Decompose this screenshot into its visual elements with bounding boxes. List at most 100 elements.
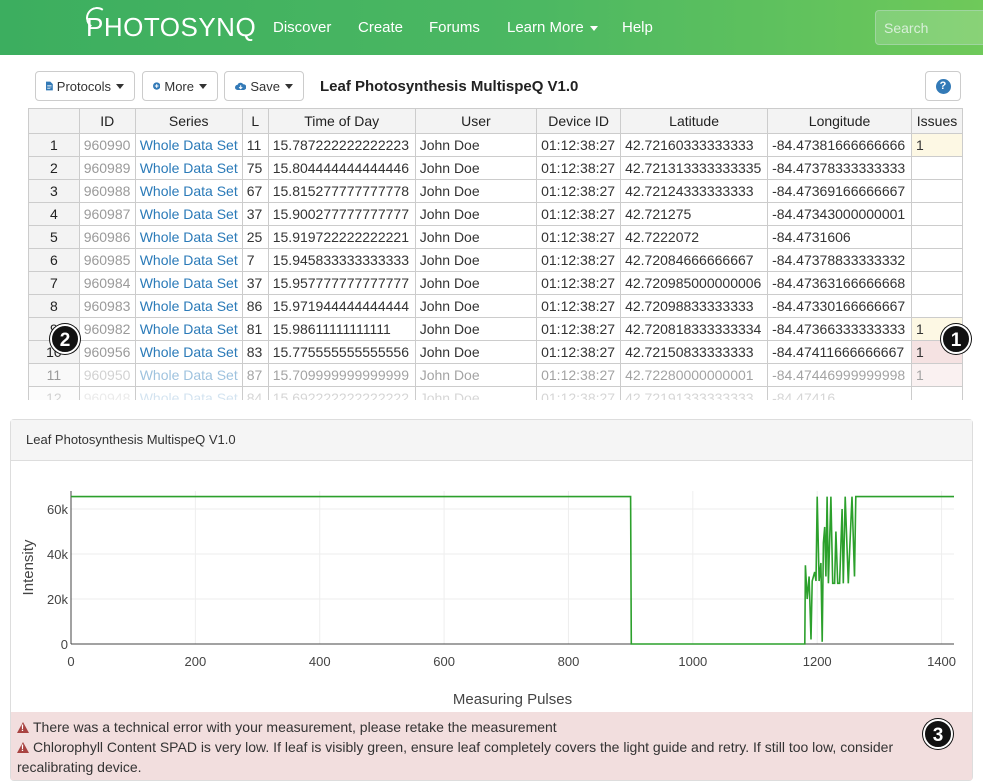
device-id-cell: 01:12:38:27 <box>536 225 622 249</box>
nav-learn-more[interactable]: Learn More <box>507 18 598 38</box>
longitude-cell: -84.47366333333333 <box>767 317 913 341</box>
chart-panel: Leaf Photosynthesis MultispeQ V1.0 0 200 4… <box>10 419 973 781</box>
device-id-cell: 01:12:38:27 <box>536 363 622 387</box>
table-row[interactable]: 7 960984 Whole Data Set 37 15.95777777777777… <box>28 271 963 295</box>
longitude-cell: -84.47381666666666 <box>767 133 913 157</box>
help-button[interactable]: ? <box>925 71 961 101</box>
y-tick-label: 40k <box>47 547 68 562</box>
alert-line-2: Chlorophyll Content SPAD is very low. If… <box>17 737 966 777</box>
row-number: 12 <box>28 386 80 400</box>
device-id-cell: 01:12:38:27 <box>536 179 622 203</box>
series-line <box>71 495 954 645</box>
marker-1: 1 <box>941 324 971 354</box>
column-header[interactable]: Issues <box>911 108 963 134</box>
l-cell: 75 <box>241 156 269 180</box>
column-header[interactable]: Series <box>134 108 243 134</box>
nav-help[interactable]: Help <box>622 18 653 38</box>
longitude-cell: -84.47330166666667 <box>767 294 913 318</box>
series-link[interactable]: Whole Data Set <box>134 317 243 341</box>
table-row[interactable]: 5 960986 Whole Data Set 25 15.91972222222222… <box>28 225 963 249</box>
series-link[interactable]: Whole Data Set <box>134 202 243 226</box>
series-link[interactable]: Whole Data Set <box>134 340 243 364</box>
column-header[interactable]: Time of Day <box>267 108 416 134</box>
table-row[interactable]: 2 960989 Whole Data Set 75 15.80444444444444… <box>28 156 963 180</box>
id-cell: 960982 <box>78 317 136 341</box>
series-link[interactable]: Whole Data Set <box>134 363 243 387</box>
time-cell: 15.692222222222222 <box>267 386 416 400</box>
alert-text-1: There was a technical error with your me… <box>33 719 557 735</box>
nav-discover[interactable]: Discover <box>273 18 331 38</box>
series-link[interactable]: Whole Data Set <box>134 133 243 157</box>
more-button[interactable]: More <box>142 71 218 101</box>
intensity-chart[interactable]: 0 200 400 600 800 1000 1200 1400 0 20k 40k 60k Measu… <box>11 461 972 711</box>
device-id-cell: 01:12:38:27 <box>536 248 622 272</box>
y-tick-label: 60k <box>47 502 68 517</box>
latitude-cell: 42.720818333333334 <box>620 317 769 341</box>
x-tick-label: 400 <box>309 654 331 669</box>
id-cell: 960987 <box>78 202 136 226</box>
l-cell: 84 <box>241 386 269 400</box>
table-row[interactable]: 4 960987 Whole Data Set 37 15.90027777777777… <box>28 202 963 226</box>
column-header[interactable]: ID <box>78 108 136 134</box>
series-link[interactable]: Whole Data Set <box>134 225 243 249</box>
top-navbar: PHOTOSYNQ Discover Create Forums Learn M… <box>0 0 983 55</box>
device-id-cell: 01:12:38:27 <box>536 133 622 157</box>
device-id-cell: 01:12:38:27 <box>536 156 622 180</box>
nav-forums[interactable]: Forums <box>429 18 480 38</box>
grid-header-row: ID Series L Time of Day User Device ID Latitud… <box>28 108 963 134</box>
issues-cell: 1 <box>911 133 963 157</box>
row-number: 3 <box>28 179 80 203</box>
time-cell: 15.957777777777777 <box>267 271 416 295</box>
x-tick-label: 0 <box>67 654 74 669</box>
series-link[interactable]: Whole Data Set <box>134 271 243 295</box>
table-row[interactable]: 12 960948 Whole Data Set 84 15.6922222222222… <box>28 386 963 400</box>
column-header[interactable]: L <box>241 108 269 134</box>
table-row[interactable]: 1 960990 Whole Data Set 11 15.78722222222222… <box>28 133 963 157</box>
row-number: 7 <box>28 271 80 295</box>
series-link[interactable]: Whole Data Set <box>134 294 243 318</box>
y-axis-title: Intensity <box>20 539 37 595</box>
series-link[interactable]: Whole Data Set <box>134 156 243 180</box>
issues-cell <box>911 248 963 272</box>
logo-text: PHOTOSYNQ <box>86 12 257 42</box>
latitude-cell: 42.72098833333333 <box>620 294 769 318</box>
table-row[interactable]: 11 960950 Whole Data Set 87 15.7099999999999… <box>28 363 963 387</box>
issues-cell <box>911 271 963 295</box>
protocols-button[interactable]: Protocols <box>35 71 135 101</box>
time-cell: 15.775555555555556 <box>267 340 416 364</box>
column-header[interactable]: Latitude <box>620 108 769 134</box>
series-link[interactable]: Whole Data Set <box>134 248 243 272</box>
table-row[interactable]: 9960982Whole Data Set8115.98611111111111… <box>28 317 963 341</box>
data-grid[interactable]: ID Series L Time of Day User Device ID Latitud… <box>28 108 963 400</box>
column-header[interactable]: User <box>414 108 538 134</box>
l-cell: 7 <box>241 248 269 272</box>
series-link[interactable]: Whole Data Set <box>134 179 243 203</box>
latitude-cell: 42.7222072 <box>620 225 769 249</box>
device-id-cell: 01:12:38:27 <box>536 271 622 295</box>
longitude-cell: -84.47416 <box>767 386 913 400</box>
longitude-cell: -84.4731606 <box>767 225 913 249</box>
chevron-down-icon <box>116 83 124 89</box>
photosynq-logo[interactable]: PHOTOSYNQ <box>84 5 257 45</box>
user-cell: John Doe <box>414 294 538 318</box>
table-row[interactable]: 3 960988 Whole Data Set 67 15.81527777777777… <box>28 179 963 203</box>
table-row[interactable]: 6 960985 Whole Data Set 7 15.945833333333333… <box>28 248 963 272</box>
time-cell: 15.900277777777777 <box>267 202 416 226</box>
longitude-cell: -84.47363166666668 <box>767 271 913 295</box>
l-cell: 25 <box>241 225 269 249</box>
row-number: 11 <box>28 363 80 387</box>
nav-create[interactable]: Create <box>358 18 403 38</box>
column-header[interactable]: Longitude <box>767 108 913 134</box>
series-link[interactable]: Whole Data Set <box>134 386 243 400</box>
table-row[interactable]: 8 960983 Whole Data Set 86 15.97194444444444… <box>28 294 963 318</box>
column-header-rownum[interactable] <box>28 108 80 134</box>
save-button[interactable]: Save <box>224 71 304 101</box>
alert-text-2: Chlorophyll Content SPAD is very low. If… <box>17 739 894 775</box>
issues-cell <box>911 156 963 180</box>
search-input[interactable] <box>875 10 983 45</box>
column-header[interactable]: Device ID <box>536 108 622 134</box>
table-row[interactable]: 10 960956 Whole Data Set 83 15.7755555555555… <box>28 340 963 364</box>
user-cell: John Doe <box>414 317 538 341</box>
cloud-download-icon <box>235 82 247 90</box>
longitude-cell: -84.47343000000001 <box>767 202 913 226</box>
